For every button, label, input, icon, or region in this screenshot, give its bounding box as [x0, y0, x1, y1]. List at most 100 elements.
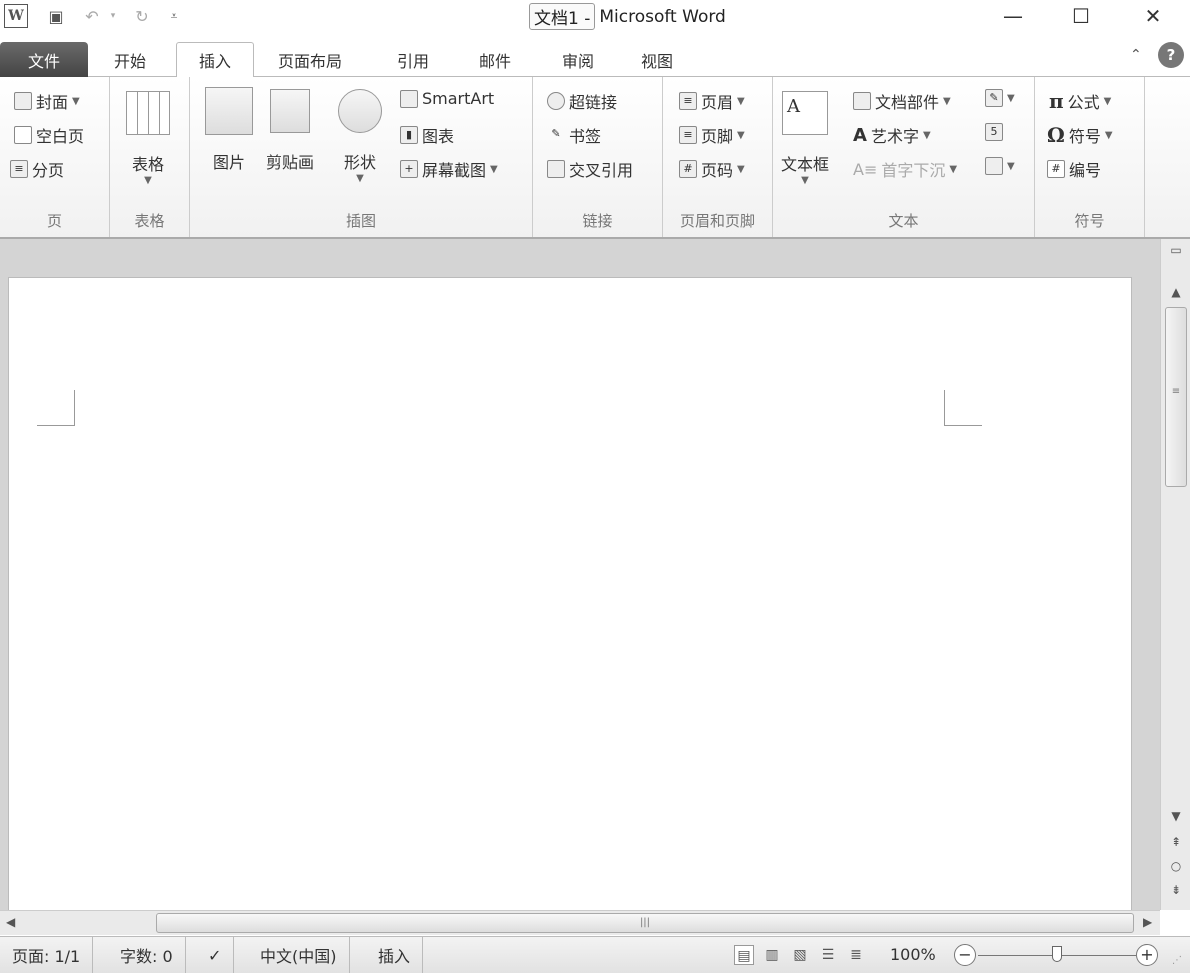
tab-file[interactable]: 文件 — [0, 42, 88, 77]
screenshot-button[interactable]: + 屏幕截图 ▼ — [400, 157, 498, 181]
footer-icon: ≡ — [679, 126, 697, 144]
scroll-right-icon[interactable]: ▶ — [1143, 915, 1152, 929]
date-time-button[interactable]: 5 — [985, 123, 1003, 141]
tab-view[interactable]: 视图 — [629, 42, 685, 77]
minimize-button[interactable]: — — [988, 2, 1038, 30]
label: 交叉引用 — [569, 161, 634, 180]
object-button[interactable]: ▼ — [985, 157, 1015, 175]
document-page[interactable] — [8, 277, 1132, 917]
vertical-scroll-thumb[interactable]: ≡ — [1165, 307, 1187, 487]
tab-references[interactable]: 引用 — [385, 42, 441, 77]
group-label: 文本 — [888, 212, 919, 230]
word-count[interactable]: 字数: 0 — [108, 937, 186, 973]
page-number-icon: # — [679, 160, 697, 178]
header-button[interactable]: ≡ 页眉 ▼ — [679, 89, 745, 113]
dropdown-icon: ▼ — [943, 95, 951, 107]
cross-reference-button[interactable]: 交叉引用 — [547, 157, 633, 181]
word-icon[interactable]: W — [4, 4, 28, 28]
dropdown-icon: ▼ — [922, 129, 931, 141]
zoom-slider[interactable] — [978, 946, 1136, 962]
shapes-button[interactable]: 形状 ▼ — [338, 89, 382, 184]
group-label: 符号 — [1074, 212, 1105, 230]
label: 页脚 — [701, 127, 734, 146]
wordart-icon: A — [853, 124, 867, 146]
equation-button[interactable]: π 公式 ▼ — [1049, 89, 1111, 113]
maximize-button[interactable]: ☐ — [1056, 2, 1106, 30]
close-button[interactable]: ✕ — [1128, 2, 1178, 30]
table-button[interactable]: 表格 ▼ — [126, 91, 170, 186]
tab-insert[interactable]: 插入 — [176, 42, 254, 78]
group-tables: 表格 ▼ 表格 — [110, 77, 190, 237]
full-screen-reading-icon[interactable]: ▥ — [762, 945, 782, 965]
outline-icon[interactable]: ☰ — [818, 945, 838, 965]
web-layout-icon[interactable]: ▧ — [790, 945, 810, 965]
redo-icon[interactable]: ↻ — [130, 4, 154, 28]
app-name: Microsoft Word — [599, 6, 726, 27]
quick-parts-button[interactable]: 文档部件 ▼ — [853, 89, 951, 113]
textbox-icon: A — [782, 91, 828, 135]
zoom-slider-thumb[interactable] — [1052, 946, 1062, 962]
picture-button[interactable]: 图片 — [205, 87, 253, 173]
footer-button[interactable]: ≡ 页脚 ▼ — [679, 123, 745, 147]
dropdown-icon: ▼ — [737, 129, 745, 141]
page-break-button[interactable]: ≡ 分页 — [10, 157, 64, 181]
insert-mode[interactable]: 插入 — [366, 937, 424, 973]
undo-icon[interactable]: ↶ — [80, 4, 104, 28]
tab-home[interactable]: 开始 — [102, 42, 158, 77]
print-layout-icon[interactable]: ▤ — [734, 945, 754, 965]
scroll-down-icon[interactable]: ▼ — [1161, 809, 1190, 823]
hyperlink-button[interactable]: 超链接 — [547, 89, 617, 113]
undo-dropdown-icon[interactable]: ▾ — [106, 4, 120, 28]
scroll-up-icon[interactable]: ▲ — [1161, 285, 1190, 299]
scroll-left-icon[interactable]: ◀ — [6, 915, 15, 929]
dropdown-icon: ▼ — [1007, 92, 1015, 104]
browse-object-icon[interactable]: ○ — [1161, 859, 1190, 873]
tab-review[interactable]: 审阅 — [550, 42, 606, 77]
ruler-toggle-icon[interactable]: ▭ — [1161, 243, 1190, 257]
save-icon[interactable]: ▣ — [44, 4, 68, 28]
wordart-button[interactable]: A 艺术字 ▼ — [853, 123, 931, 147]
customize-icon[interactable]: ⩡ — [166, 4, 182, 28]
cross-reference-icon — [547, 160, 565, 178]
number-button[interactable]: # 编号 — [1047, 157, 1101, 181]
proofing-icon[interactable]: ✓ — [196, 937, 235, 973]
cover-page-button[interactable]: 封面 ▼ — [14, 89, 80, 113]
clipart-button[interactable]: 剪贴画 — [266, 89, 314, 173]
symbol-button[interactable]: Ω 符号 ▼ — [1047, 123, 1113, 147]
collapse-ribbon-icon[interactable]: ⌃ — [1130, 47, 1142, 63]
blank-page-button[interactable]: 空白页 — [14, 123, 84, 147]
tab-mailings[interactable]: 邮件 — [467, 42, 523, 77]
page-number-button[interactable]: # 页码 ▼ — [679, 157, 745, 181]
zoom-in-button[interactable]: + — [1136, 944, 1158, 966]
horizontal-scrollbar[interactable]: ◀ ||| ▶ — [0, 910, 1160, 935]
next-page-icon[interactable]: ⇟ — [1161, 883, 1190, 897]
chart-button[interactable]: ▮ 图表 — [400, 123, 454, 147]
drop-cap-button[interactable]: A≡ 首字下沉 ▼ — [853, 157, 957, 181]
smartart-button[interactable]: SmartArt — [400, 89, 494, 108]
textbox-button[interactable]: A 文本框 ▼ — [781, 91, 829, 186]
horizontal-scroll-thumb[interactable]: ||| — [156, 913, 1134, 933]
label: 图表 — [422, 127, 455, 146]
dropdown-icon: ▼ — [737, 95, 745, 107]
tab-page-layout[interactable]: 页面布局 — [266, 42, 354, 77]
label: 文本框 — [781, 155, 830, 174]
chart-icon: ▮ — [400, 126, 418, 144]
help-icon[interactable]: ? — [1158, 42, 1184, 68]
group-label: 表格 — [134, 212, 165, 230]
bookmark-button[interactable]: ✎ 书签 — [547, 123, 601, 147]
draft-icon[interactable]: ≣ — [846, 945, 866, 965]
group-links: 超链接 ✎ 书签 交叉引用 链接 — [533, 77, 663, 237]
zoom-out-button[interactable]: − — [954, 944, 976, 966]
language[interactable]: 中文(中国) — [248, 937, 350, 973]
vertical-scrollbar[interactable]: ▭ ▲ ≡ ▼ ⇞ ○ ⇟ — [1160, 239, 1190, 910]
signature-line-button[interactable]: ✎ ▼ — [985, 89, 1015, 107]
previous-page-icon[interactable]: ⇞ — [1161, 835, 1190, 849]
page-count[interactable]: 页面: 1/1 — [0, 937, 94, 973]
zoom-level[interactable]: 100% — [890, 945, 936, 964]
label: 文档部件 — [875, 93, 940, 112]
resize-grip-icon[interactable]: ⋰ — [1172, 955, 1182, 966]
dropdown-icon: ▼ — [72, 95, 80, 107]
label: 屏幕截图 — [422, 161, 487, 180]
dropdown-icon: ▼ — [144, 175, 152, 186]
header-icon: ≡ — [679, 92, 697, 110]
